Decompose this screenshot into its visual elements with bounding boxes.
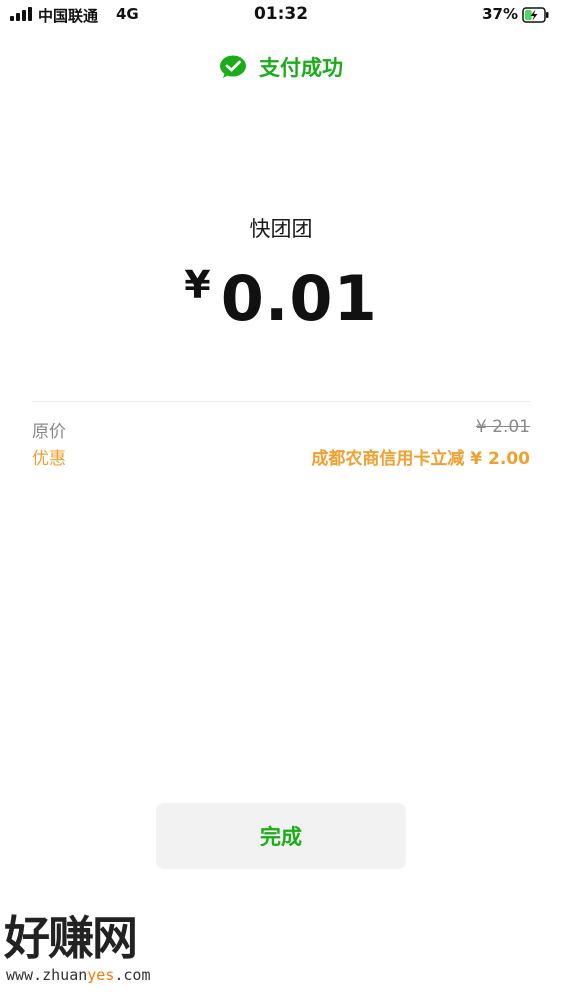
- done-button[interactable]: 完成: [156, 803, 406, 869]
- page-title: 支付成功: [259, 56, 343, 80]
- currency-symbol: ¥: [184, 263, 211, 307]
- divider: [32, 401, 530, 402]
- payment-success-header: 支付成功: [0, 52, 562, 82]
- battery-charging-icon: [522, 7, 549, 23]
- status-time: 01:32: [253, 4, 309, 24]
- status-bar: 中国联通 4G 01:32 37%: [0, 0, 562, 30]
- battery-percent: 37%: [482, 5, 518, 23]
- watermark-url: www.zhuanyes.com: [6, 966, 151, 984]
- discount-label: 优惠: [32, 449, 66, 469]
- merchant-name: 快团团: [249, 217, 313, 241]
- discount-row: 优惠 成都农商信用卡立减 ¥ 2.00: [32, 444, 530, 469]
- original-price-row: 原价 ¥ 2.01: [32, 417, 530, 442]
- watermark-title: 好赚网: [4, 911, 138, 965]
- original-price-label: 原价: [32, 422, 66, 442]
- watermark-logo: 好赚网 www.zhuanyes.com: [4, 912, 194, 992]
- payment-amount: ¥0.01: [0, 262, 562, 335]
- original-price-value: ¥ 2.01: [475, 417, 530, 437]
- wechat-pay-icon: [220, 55, 246, 78]
- amount-value: 0.01: [220, 262, 378, 335]
- discount-value: 成都农商信用卡立减 ¥ 2.00: [311, 449, 530, 469]
